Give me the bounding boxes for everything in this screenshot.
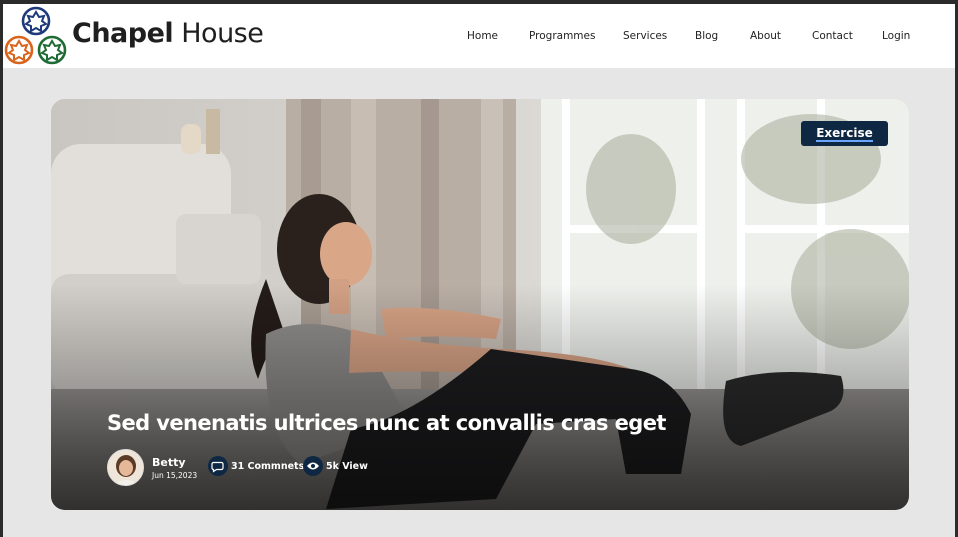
nav-services[interactable]: Services	[623, 30, 667, 42]
nav-about[interactable]: About	[750, 30, 781, 42]
avatar	[107, 449, 144, 486]
featured-post-card[interactable]: Exercise Sed venenatis ultrices nunc at …	[51, 99, 909, 510]
nav-login[interactable]: Login	[882, 30, 910, 42]
view-count: 5k View	[326, 461, 368, 472]
category-label: Exercise	[816, 126, 873, 142]
post-meta: Betty Jun 15,2023 31 Commnets 5k View	[107, 449, 467, 489]
post-title[interactable]: Sed venenatis ultrices nunc at convallis…	[107, 411, 666, 435]
nav-home[interactable]: Home	[467, 30, 498, 42]
nav-blog[interactable]: Blog	[695, 30, 718, 42]
eye-icon	[303, 456, 323, 476]
comment-icon	[208, 456, 228, 476]
author-photo	[108, 450, 143, 485]
category-tag[interactable]: Exercise	[801, 121, 888, 146]
comment-count[interactable]: 31 Commnets	[231, 461, 304, 472]
author-name[interactable]: Betty	[152, 456, 186, 469]
page-frame: Chapel House Home Programmes Services Bl…	[3, 4, 955, 537]
nav-contact[interactable]: Contact	[812, 30, 853, 42]
site-header: Chapel House Home Programmes Services Bl…	[3, 4, 955, 68]
main-nav: Home Programmes Services Blog About Cont…	[3, 30, 955, 44]
post-date: Jun 15,2023	[152, 471, 198, 480]
nav-programmes[interactable]: Programmes	[529, 30, 595, 42]
